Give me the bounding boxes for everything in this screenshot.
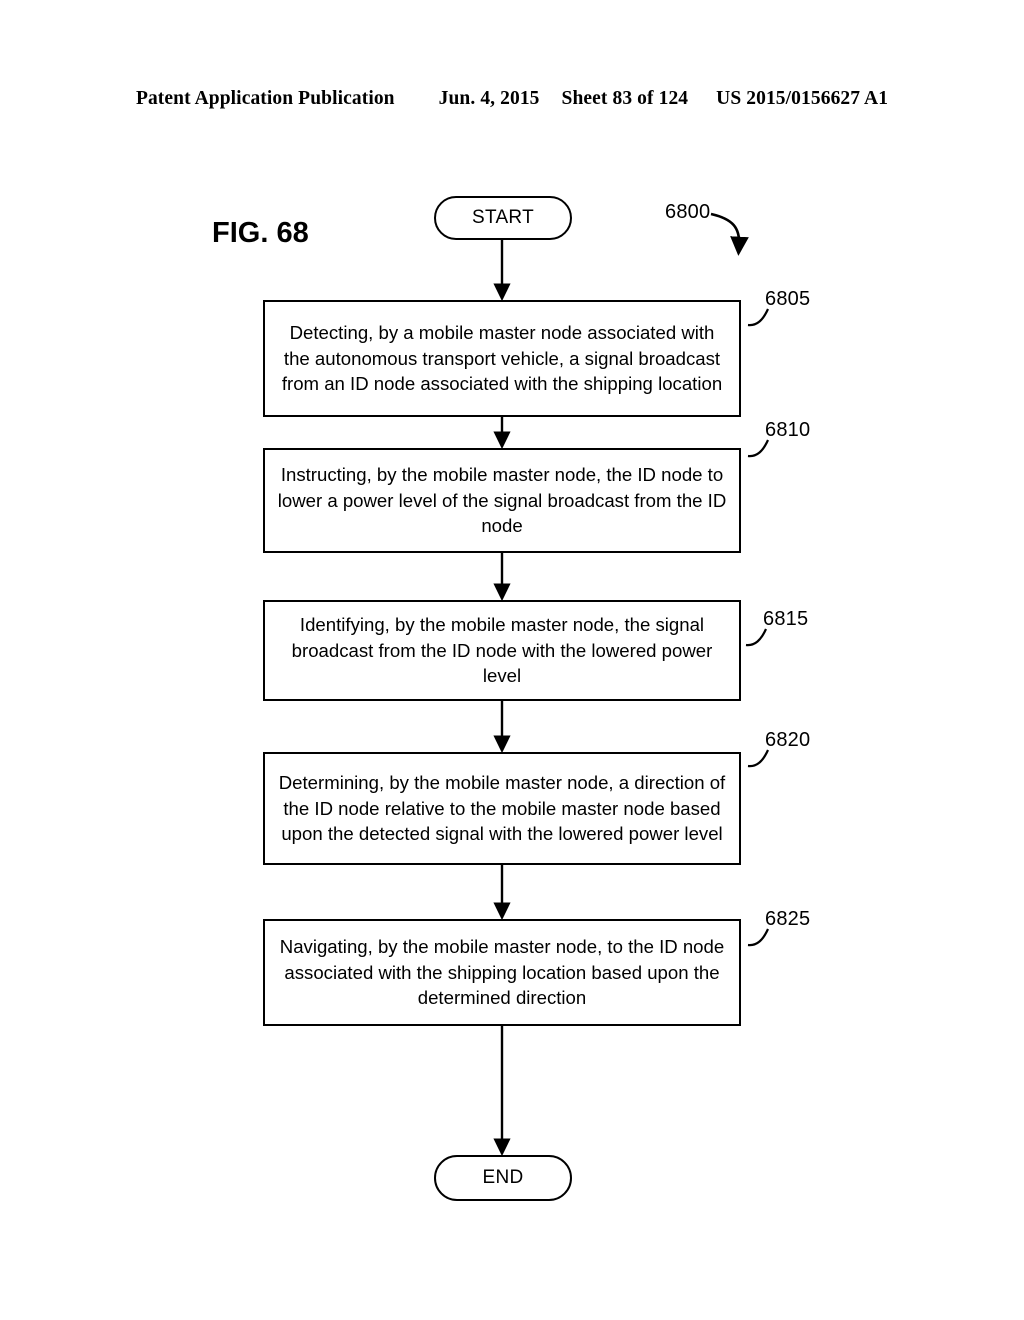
header-document-number: US 2015/0156627 A1 bbox=[716, 88, 889, 109]
figure-label: FIG. 68 bbox=[212, 217, 309, 249]
leader-6820 bbox=[747, 749, 770, 768]
leader-6810 bbox=[747, 439, 770, 458]
flowchart-start-node: START bbox=[434, 196, 572, 240]
step-text: Determining, by the mobile master node, … bbox=[278, 772, 726, 845]
ref-numeral-6810: 6810 bbox=[765, 419, 811, 441]
patent-figure-page: Patent Application Publication Jun. 4, 2… bbox=[0, 0, 1024, 1320]
flowchart-step-6805: Detecting, by a mobile master node assoc… bbox=[263, 300, 741, 417]
leader-6815 bbox=[745, 628, 768, 647]
header-publication: Patent Application Publication bbox=[135, 88, 395, 109]
flowchart-step-6825: Navigating, by the mobile master node, t… bbox=[263, 919, 741, 1026]
step-text: Identifying, by the mobile master node, … bbox=[291, 614, 713, 687]
leader-6805 bbox=[747, 308, 770, 327]
flowchart-step-6820: Determining, by the mobile master node, … bbox=[263, 752, 741, 865]
header-date: Jun. 4, 2015 bbox=[438, 88, 540, 109]
step-text: Instructing, by the mobile master node, … bbox=[277, 464, 727, 537]
end-node-label: END bbox=[482, 1167, 524, 1188]
ref-numeral-6805: 6805 bbox=[765, 288, 811, 310]
leader-6800 bbox=[710, 212, 749, 256]
flowchart-step-6810: Instructing, by the mobile master node, … bbox=[263, 448, 741, 553]
flowchart-step-6815: Identifying, by the mobile master node, … bbox=[263, 600, 741, 701]
step-text: Detecting, by a mobile master node assoc… bbox=[281, 322, 723, 395]
header-sheet: Sheet 83 of 124 bbox=[561, 88, 689, 109]
ref-numeral-6820: 6820 bbox=[765, 729, 811, 751]
page-header: Patent Application Publication Jun. 4, 2… bbox=[0, 88, 1024, 110]
start-node-label: START bbox=[471, 207, 535, 228]
ref-numeral-6815: 6815 bbox=[763, 608, 809, 630]
step-text: Navigating, by the mobile master node, t… bbox=[279, 936, 725, 1009]
flowchart-end-node: END bbox=[434, 1155, 572, 1201]
leader-6825 bbox=[747, 928, 770, 947]
ref-numeral-6800: 6800 bbox=[665, 201, 711, 223]
ref-numeral-6825: 6825 bbox=[765, 908, 811, 930]
